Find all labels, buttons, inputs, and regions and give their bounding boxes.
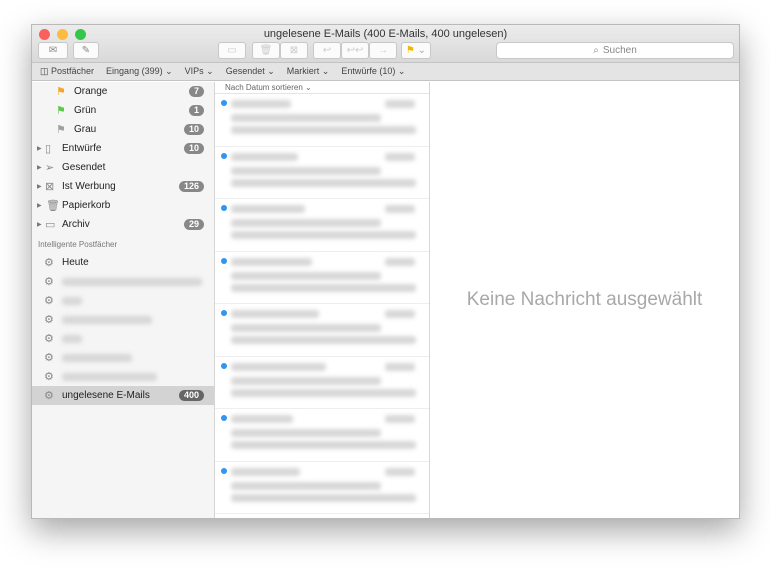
flag-icon: ⚑ (56, 105, 66, 117)
unread-dot-icon (221, 362, 227, 369)
message-row[interactable] (215, 462, 429, 514)
flag-button[interactable]: ⚑ ⌄ (401, 42, 431, 59)
trash-icon: 🗑 (46, 200, 60, 212)
junk-box-icon: ⊠ (45, 181, 55, 193)
unread-dot-icon (221, 205, 227, 211)
message-row[interactable] (215, 147, 429, 199)
smart-mailbox-item[interactable]: ⚙ (32, 367, 214, 386)
message-row[interactable] (215, 94, 429, 147)
sidebar-item-heute[interactable]: ⚙ Heute (32, 253, 214, 272)
search-input[interactable]: ⌕ Suchen (496, 42, 734, 59)
sidebar-item-entwuerfe[interactable]: ▶ ▯ Entwürfe 10 (32, 139, 214, 158)
fav-entwuerfe[interactable]: Entwürfe (10) ⌄ (341, 66, 405, 77)
message-list: Nach Datum sortieren ⌄ (215, 82, 430, 518)
sort-menu[interactable]: Nach Datum sortieren ⌄ (215, 82, 429, 94)
envelope-icon: ✉ (48, 45, 58, 56)
sidebar: ⚑ Orange 7 ⚑ Grün 1 ⚑ Grau 10 ▶ ▯ Entwürfe 10 ▶ ➢ G… (32, 82, 215, 518)
paper-plane-icon: ➢ (45, 162, 55, 174)
sidebar-item-archiv[interactable]: ▶ ▭ Archiv 29 (32, 215, 214, 234)
unread-dot-icon (221, 467, 227, 474)
flag-icon: ⚑ (56, 86, 66, 98)
compose-icon: ✎ (81, 45, 91, 56)
forward-button[interactable]: → (369, 42, 397, 59)
gear-icon: ⚙ (44, 314, 54, 326)
fav-markiert[interactable]: Markiert ⌄ (287, 66, 330, 77)
search-icon: ⌕ (593, 45, 599, 56)
smart-mailbox-item[interactable]: ⚙ (32, 291, 214, 310)
gear-icon: ⚙ (44, 371, 54, 383)
gear-icon: ⚙ (44, 295, 54, 307)
fav-vips[interactable]: VIPs ⌄ (185, 66, 214, 77)
fav-postfaecher[interactable]: ◫ Postfächer (40, 66, 94, 77)
archive-icon: ▭ (45, 219, 56, 231)
titlebar: ungelesene E-Mails (400 E-Mails, 400 ung… (32, 25, 739, 63)
sidebar-item-grau[interactable]: ⚑ Grau 10 (32, 120, 214, 139)
flag-icon: ⚑ ⌄ (405, 45, 427, 56)
message-row[interactable] (215, 304, 429, 357)
delete-button[interactable]: 🗑 (252, 42, 280, 59)
sidebar-icon: ◫ (40, 66, 52, 76)
disclosure-icon: ▶ (37, 146, 42, 152)
reply-icon: ↩ (322, 45, 332, 56)
gear-icon: ⚙ (44, 352, 54, 364)
gear-icon: ⚙ (44, 333, 54, 345)
unread-dot-icon (221, 257, 227, 264)
archive-icon: ▭ (227, 45, 237, 56)
no-message-label: Keine Nachricht ausgewählt (466, 289, 703, 310)
document-icon: ▯ (45, 143, 52, 155)
junk-icon: ⊠ (289, 45, 299, 56)
gear-icon: ⚙ (44, 390, 54, 402)
smart-mailbox-item[interactable]: ⚙ (32, 348, 214, 367)
window-title: ungelesene E-Mails (400 E-Mails, 400 ung… (263, 28, 508, 40)
archive-button[interactable]: ▭ (218, 42, 246, 59)
flag-icon: ⚑ (56, 124, 66, 136)
message-row[interactable] (215, 199, 429, 252)
gear-icon: ⚙ (44, 276, 54, 288)
trash-icon: 🗑 (259, 45, 273, 56)
sidebar-item-werbung[interactable]: ▶ ⊠ Ist Werbung 126 (32, 177, 214, 196)
smart-mailbox-item[interactable]: ⚙ (32, 329, 214, 348)
message-row[interactable] (215, 409, 429, 462)
sidebar-item-unread[interactable]: ⚙ ungelesene E-Mails 400 (32, 386, 214, 405)
message-viewer: Keine Nachricht ausgewählt (430, 82, 739, 518)
unread-dot-icon (221, 100, 227, 106)
disclosure-icon: ▶ (37, 165, 42, 171)
smart-mailbox-item[interactable]: ⚙ (32, 310, 214, 329)
fav-eingang[interactable]: Eingang (399) ⌄ (106, 66, 173, 77)
mail-window: ungelesene E-Mails (400 E-Mails, 400 ung… (31, 24, 740, 519)
disclosure-icon: ▶ (37, 222, 42, 228)
sidebar-item-papierkorb[interactable]: ▶ 🗑 Papierkorb (32, 196, 214, 215)
junk-button[interactable]: ⊠ (280, 42, 308, 59)
forward-icon: → (378, 45, 388, 56)
sidebar-item-gesendet[interactable]: ▶ ➢ Gesendet (32, 158, 214, 177)
reply-button[interactable]: ↩ (313, 42, 341, 59)
disclosure-icon: ▶ (37, 203, 42, 209)
smart-mailbox-item[interactable]: ⚙ (32, 272, 214, 291)
sidebar-item-orange[interactable]: ⚑ Orange 7 (32, 82, 214, 101)
get-mail-button[interactable]: ✉ (38, 42, 68, 59)
compose-button[interactable]: ✎ (73, 42, 99, 59)
message-row[interactable] (215, 252, 429, 304)
favorites-bar: ◫ Postfächer Eingang (399) ⌄ VIPs ⌄ Gese… (32, 63, 739, 81)
unread-dot-icon (221, 310, 227, 316)
unread-dot-icon (221, 152, 227, 159)
fav-gesendet[interactable]: Gesendet ⌄ (226, 66, 275, 77)
sidebar-item-gruen[interactable]: ⚑ Grün 1 (32, 101, 214, 120)
smart-mailboxes-header: Intelligente Postfächer (38, 240, 118, 249)
message-row[interactable] (215, 357, 429, 409)
reply-all-icon: ↩↩ (346, 45, 364, 56)
reply-all-button[interactable]: ↩↩ (341, 42, 369, 59)
gear-icon: ⚙ (44, 257, 54, 269)
unread-dot-icon (221, 415, 227, 421)
disclosure-icon: ▶ (37, 184, 42, 190)
